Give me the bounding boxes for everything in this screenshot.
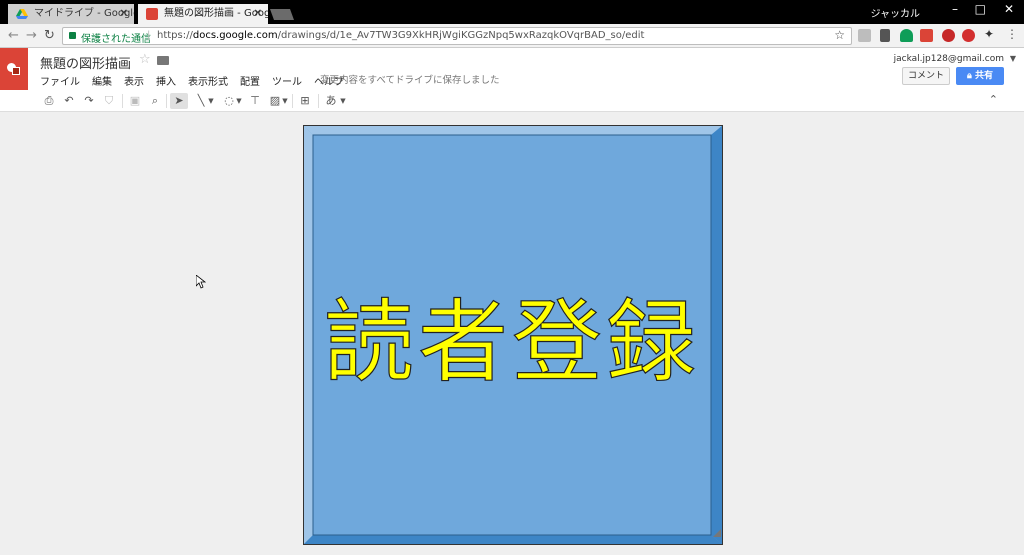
lock-icon: 🔒︎ [967,71,975,81]
security-label: 保護された通信 [81,34,151,45]
url-text: https://docs.google.com/drawings/d/1e_Av… [157,30,644,41]
document-title[interactable]: 無題の図形描画 [40,53,131,72]
divider [318,94,319,108]
shape-right-bevel [711,125,723,545]
drawing-page[interactable]: 読者登録 [303,125,723,545]
menu-view[interactable]: 表示 [124,73,144,88]
share-button[interactable]: 🔒︎ 共有 [956,67,1004,85]
chevron-down-icon[interactable]: ▼ [280,93,290,109]
mouse-cursor-icon [196,275,206,289]
chevron-down-icon[interactable]: ▼ [206,93,216,109]
extension-icon[interactable] [858,29,871,42]
google-drive-extension-icon[interactable] [900,29,913,42]
menu-format[interactable]: 表示形式 [188,73,228,88]
pin-icon[interactable]: ✦ [984,27,997,41]
close-tab-icon[interactable]: ✕ [254,4,262,24]
browser-tab-strip: マイドライブ - Google ドライ ✕ 無題の図形描画 - Google ✕… [0,0,1024,24]
google-drawings-icon [146,8,158,20]
adblock-icon[interactable] [962,29,975,42]
tab-my-drive[interactable]: マイドライブ - Google ドライ ✕ [8,4,134,24]
logo-square [12,67,20,75]
comments-button[interactable]: コメント [902,67,950,85]
minimize-icon[interactable]: – [952,2,958,16]
back-icon[interactable]: ← [8,28,19,43]
text-box-icon[interactable]: ⊤ [246,93,264,109]
shape-text[interactable]: 読者登録 [313,135,711,533]
evernote-extension-icon[interactable] [942,29,955,42]
maximize-icon[interactable]: □ [975,2,986,16]
drawing-canvas[interactable]: 読者登録 [0,113,1024,555]
chevron-down-icon[interactable]: ▼ [1010,54,1016,63]
lock-icon [69,32,76,39]
menu-bar: ファイル 編集 表示 挿入 表示形式 配置 ツール ヘルプ [40,73,344,88]
divider [166,94,167,108]
shape-left-bevel [303,125,313,545]
save-status[interactable]: 変更内容をすべてドライブに保存しました [320,72,499,86]
close-window-icon[interactable]: ✕ [1004,2,1014,16]
share-label: 共有 [974,71,993,81]
folder-icon[interactable] [157,56,169,65]
menu-insert[interactable]: 挿入 [156,73,176,88]
menu-tools[interactable]: ツール [272,73,302,88]
shape-top-bevel [303,125,723,135]
add-comment-icon[interactable]: ⊞ [296,93,314,109]
undo-icon[interactable]: ↶ [60,93,78,109]
shape-bottom-bevel [303,535,723,545]
google-drive-icon [16,9,28,19]
select-cursor-icon[interactable]: ➤ [170,93,188,109]
app-header: 無題の図形描画 ☆ ファイル 編集 表示 挿入 表示形式 配置 ツール ヘルプ … [0,48,1024,90]
collapse-menus-icon[interactable]: ⌃ [989,93,998,106]
browser-toolbar: ← → ↻ 保護された通信 | https://docs.google.com/… [0,24,1024,48]
chevron-down-icon[interactable]: ▼ [234,93,244,109]
menu-arrange[interactable]: 配置 [240,73,260,88]
divider [122,94,123,108]
close-tab-icon[interactable]: ✕ [120,4,128,24]
extension-icon[interactable] [880,29,890,42]
tab-drawing[interactable]: 無題の図形描画 - Google ✕ [138,4,268,24]
bookmark-star-icon[interactable]: ☆ [834,28,845,42]
menu-dots-icon[interactable]: ⋮ [1006,27,1019,41]
divider [292,94,293,108]
address-bar[interactable]: 保護された通信 | https://docs.google.com/drawin… [62,27,852,45]
drawings-logo[interactable] [0,48,28,90]
tab-title: 無題の図形描画 - Google [164,8,268,19]
chevron-down-icon[interactable]: ▼ [338,93,348,109]
account-email[interactable]: jackal.jp128@gmail.com [894,54,1004,64]
paint-format-icon[interactable]: ⛉ [100,93,118,109]
extension-icon[interactable] [920,29,933,42]
new-tab-button[interactable] [269,9,295,20]
menu-file[interactable]: ファイル [40,73,80,88]
url-scheme: https:// [157,30,193,41]
url-host: docs.google.com [192,30,278,41]
menu-edit[interactable]: 編集 [92,73,112,88]
zoom-fit-icon[interactable]: ▣ [126,93,144,109]
print-icon[interactable]: ⎙ [40,93,58,109]
forward-icon[interactable]: → [26,28,37,43]
profile-name[interactable]: ジャッカル [871,5,921,20]
drawing-toolbar: ⎙ ↶ ↷ ⛉ ▣ ⌕ ➤ ╲ ▼ ◌ ▼ ⊤ ▨ ▼ ⊞ あ ▼ ⌃ [0,90,1024,112]
star-icon[interactable]: ☆ [139,52,151,67]
divider: | [147,30,151,41]
url-path: /drawings/d/1e_Av7TW3G9XkHRjWgiKGGzNpq5w… [277,30,645,41]
reload-icon[interactable]: ↻ [44,28,55,43]
zoom-icon[interactable]: ⌕ [146,93,164,109]
redo-icon[interactable]: ↷ [80,93,98,109]
